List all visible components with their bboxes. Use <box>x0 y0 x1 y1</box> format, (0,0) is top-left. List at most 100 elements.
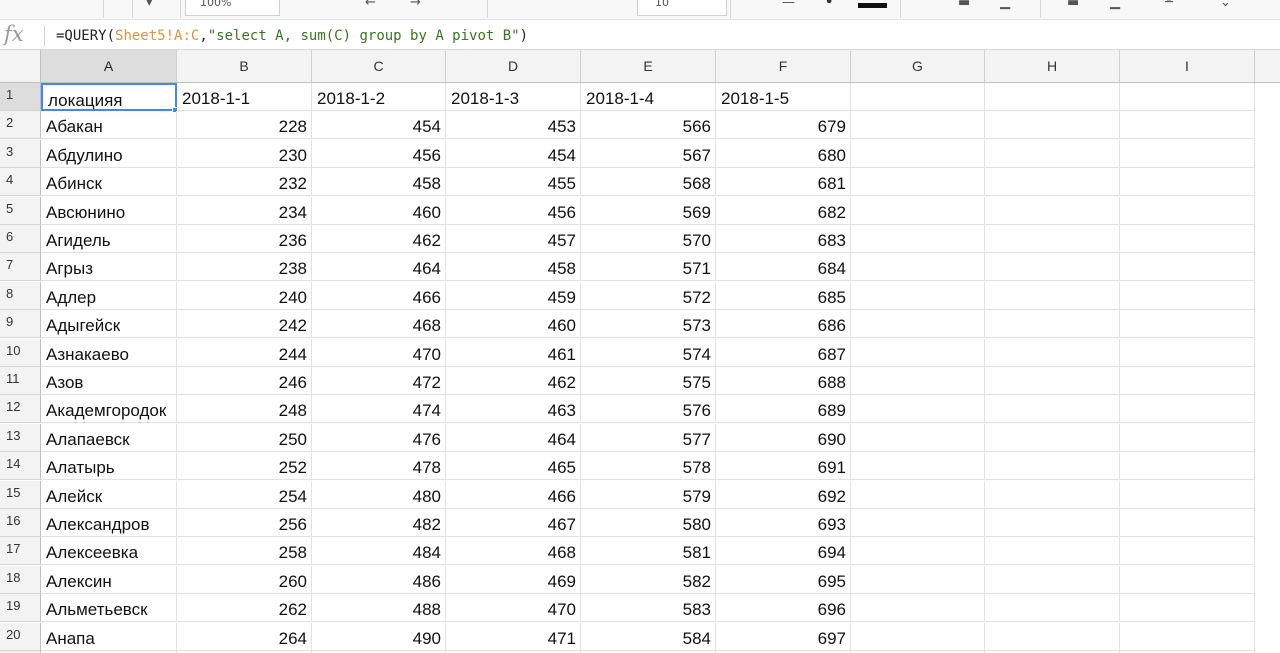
cell-g[interactable] <box>851 225 985 253</box>
row-header[interactable]: 17 <box>0 537 41 566</box>
cell-i[interactable] <box>1120 338 1255 367</box>
cell-e[interactable]: 583 <box>581 594 716 623</box>
functions-icon[interactable]: ╨ <box>1165 0 1173 10</box>
cell-a[interactable]: Анапа <box>41 622 177 651</box>
cell-h[interactable] <box>985 565 1120 594</box>
cell-b[interactable]: 250 <box>177 423 312 452</box>
column-header-b[interactable]: B <box>177 50 312 82</box>
cell-i[interactable] <box>1120 395 1255 424</box>
cell-h[interactable] <box>985 537 1120 566</box>
circle-icon[interactable]: • <box>825 0 833 10</box>
cell-d[interactable]: 2018-1-3 <box>446 83 581 111</box>
cell-i[interactable] <box>1120 622 1255 651</box>
cell-b[interactable]: 262 <box>177 594 312 623</box>
cell-h[interactable] <box>985 253 1120 282</box>
cell-g[interactable] <box>851 111 985 140</box>
row-header[interactable]: 18 <box>0 565 41 594</box>
cell-a[interactable]: Академгородок <box>41 395 177 424</box>
cell-f[interactable]: 690 <box>716 423 851 452</box>
row-header[interactable]: 12 <box>0 395 41 424</box>
cell-b[interactable]: 254 <box>177 480 312 509</box>
cell-g[interactable] <box>851 480 985 509</box>
cell-i[interactable] <box>1120 537 1255 566</box>
cell-h[interactable] <box>985 168 1120 197</box>
cell-e[interactable]: 578 <box>581 452 716 481</box>
cell-d[interactable]: 453 <box>446 111 581 140</box>
cell-c[interactable]: 478 <box>312 452 446 481</box>
cell-b[interactable]: 228 <box>177 111 312 140</box>
column-header-i[interactable]: I <box>1120 50 1255 82</box>
column-header-a[interactable]: A <box>41 50 177 82</box>
cell-c[interactable]: 466 <box>312 281 446 310</box>
row-header[interactable]: 3 <box>0 139 41 168</box>
borders-icon[interactable]: ▁ <box>1000 0 1010 10</box>
cell-d[interactable]: 463 <box>446 395 581 424</box>
cell-g[interactable] <box>851 253 985 282</box>
cell-g[interactable] <box>851 281 985 310</box>
cell-b[interactable]: 256 <box>177 509 312 537</box>
cell-d[interactable]: 471 <box>446 622 581 651</box>
cell-h[interactable] <box>985 338 1120 367</box>
cell-a[interactable]: локацияя <box>41 83 177 111</box>
cell-a[interactable]: Азнакаево <box>41 338 177 367</box>
cell-e[interactable]: 581 <box>581 537 716 566</box>
cell-f[interactable]: 695 <box>716 565 851 594</box>
column-header-f[interactable]: F <box>716 50 851 82</box>
cell-c[interactable]: 468 <box>312 310 446 339</box>
cell-a[interactable]: Алексеевка <box>41 537 177 566</box>
cell-g[interactable] <box>851 622 985 651</box>
cell-d[interactable]: 468 <box>446 537 581 566</box>
cell-g[interactable] <box>851 452 985 481</box>
cell-a[interactable]: Азов <box>41 367 177 395</box>
cell-b[interactable]: 234 <box>177 196 312 225</box>
cell-b[interactable]: 246 <box>177 367 312 395</box>
arrow-right-icon[interactable]: → <box>410 0 421 10</box>
cell-e[interactable]: 571 <box>581 253 716 282</box>
cell-b[interactable]: 248 <box>177 395 312 424</box>
cell-a[interactable]: Авсюнино <box>41 196 177 225</box>
row-header[interactable]: 10 <box>0 338 41 367</box>
row-header[interactable]: 8 <box>0 281 41 310</box>
cell-h[interactable] <box>985 310 1120 339</box>
cell-d[interactable]: 465 <box>446 452 581 481</box>
cell-e[interactable]: 575 <box>581 367 716 395</box>
cell-d[interactable]: 462 <box>446 367 581 395</box>
cell-d[interactable]: 470 <box>446 594 581 623</box>
row-header[interactable]: 20 <box>0 622 41 651</box>
cell-d[interactable]: 460 <box>446 310 581 339</box>
cell-b[interactable]: 232 <box>177 168 312 197</box>
cell-g[interactable] <box>851 423 985 452</box>
cell-i[interactable] <box>1120 367 1255 395</box>
cell-d[interactable]: 454 <box>446 139 581 168</box>
cell-c[interactable]: 462 <box>312 225 446 253</box>
cell-h[interactable] <box>985 480 1120 509</box>
cell-a[interactable]: Абдулино <box>41 139 177 168</box>
cell-e[interactable]: 573 <box>581 310 716 339</box>
cell-d[interactable]: 458 <box>446 253 581 282</box>
cell-e[interactable]: 582 <box>581 565 716 594</box>
cell-b[interactable]: 238 <box>177 253 312 282</box>
cell-h[interactable] <box>985 83 1120 111</box>
cell-a[interactable]: Алапаевск <box>41 423 177 452</box>
cell-g[interactable] <box>851 395 985 424</box>
cell-b[interactable]: 258 <box>177 537 312 566</box>
cell-e[interactable]: 577 <box>581 423 716 452</box>
row-header[interactable]: 11 <box>0 367 41 395</box>
cell-e[interactable]: 568 <box>581 168 716 197</box>
cell-f[interactable]: 685 <box>716 281 851 310</box>
cell-i[interactable] <box>1120 83 1255 111</box>
cell-i[interactable] <box>1120 168 1255 197</box>
cell-i[interactable] <box>1120 281 1255 310</box>
cell-h[interactable] <box>985 225 1120 253</box>
row-header[interactable]: 14 <box>0 452 41 481</box>
cell-f[interactable]: 680 <box>716 139 851 168</box>
cell-a[interactable]: Александров <box>41 509 177 537</box>
fill-color-icon[interactable]: ▬ <box>958 0 970 10</box>
cell-i[interactable] <box>1120 452 1255 481</box>
cell-i[interactable] <box>1120 253 1255 282</box>
cell-g[interactable] <box>851 196 985 225</box>
cell-g[interactable] <box>851 509 985 537</box>
cell-a[interactable]: Абакан <box>41 111 177 140</box>
cell-f[interactable]: 679 <box>716 111 851 140</box>
cell-a[interactable]: Абинск <box>41 168 177 197</box>
